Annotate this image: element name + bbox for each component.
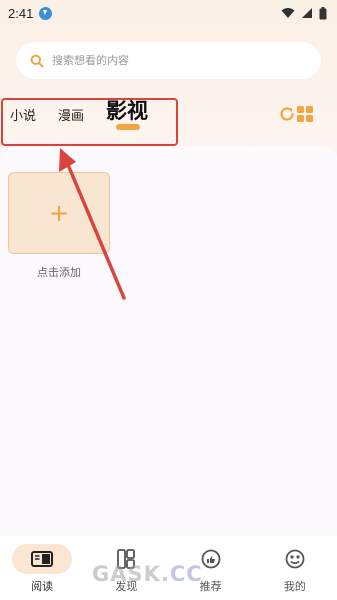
search-icon [30,54,44,67]
nav-discover[interactable]: 发现 [84,536,168,600]
search-bar[interactable] [16,42,321,79]
signal-icon [302,8,312,18]
nav-read-label: 阅读 [31,580,54,593]
nav-discover-icon-wrap [96,544,156,574]
download-notification-icon [39,6,53,20]
bottom-navigation: 阅读 发现 推荐 我的 [0,536,337,600]
add-source-card[interactable]: + [8,172,110,254]
profile-icon [285,549,305,569]
refresh-button[interactable] [278,105,296,127]
nav-read-icon-wrap [12,544,73,574]
book-icon [31,551,54,567]
wifi-icon [281,8,295,18]
nav-profile-icon-wrap [265,544,325,574]
nav-recommend-label: 推荐 [199,580,222,593]
nav-recommend[interactable]: 推荐 [169,536,253,600]
add-source-label: 点击添加 [37,266,81,279]
nav-discover-label: 发现 [115,580,138,593]
thumbs-up-icon [201,549,221,569]
status-time: 2:41 [8,5,34,21]
annotation-highlight-box [1,98,178,146]
nav-profile[interactable]: 我的 [253,536,337,600]
discover-icon [117,549,136,569]
grid-icon [297,106,313,122]
refresh-icon [280,107,294,121]
status-bar: 2:41 [0,0,337,26]
plus-icon: + [48,199,70,227]
nav-profile-label: 我的 [283,580,306,593]
layout-toggle-button[interactable] [296,105,314,127]
status-icons [281,6,327,20]
search-input[interactable] [52,54,282,67]
nav-recommend-icon-wrap [181,544,241,574]
battery-icon [319,6,327,19]
nav-read[interactable]: 阅读 [0,536,84,600]
